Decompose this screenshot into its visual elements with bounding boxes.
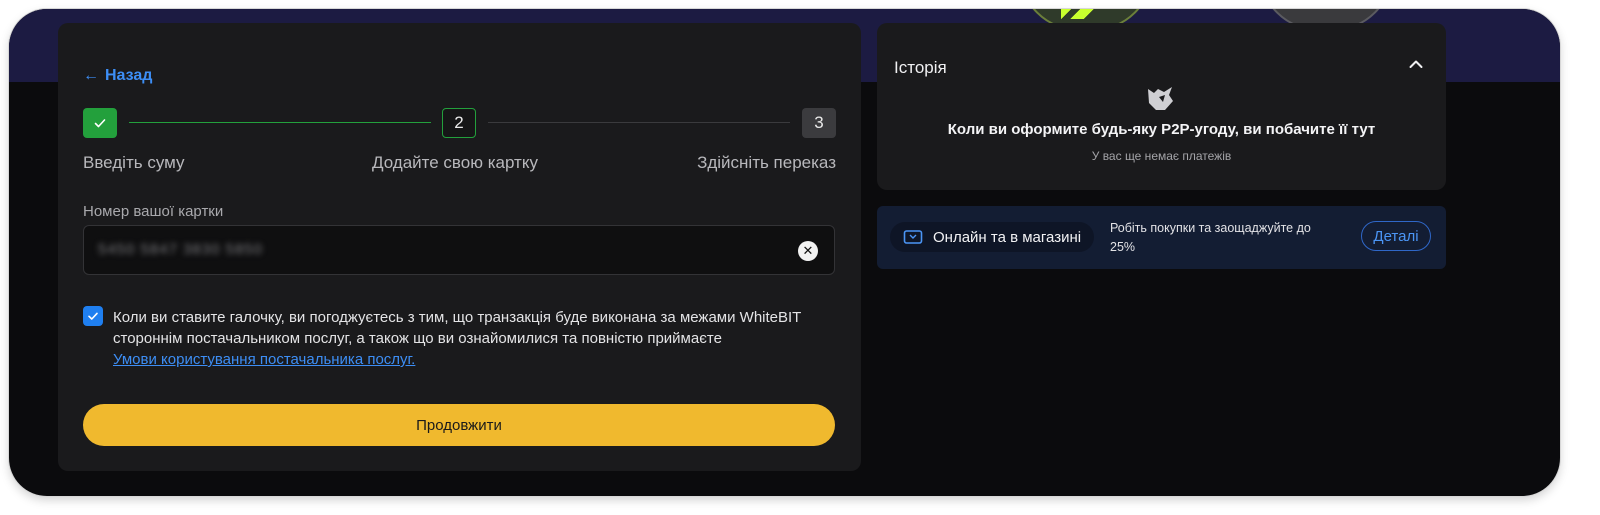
consent-checkbox[interactable] xyxy=(83,306,103,326)
card-number-input[interactable]: 5450 5847 3830 5850 ✕ xyxy=(83,225,835,275)
continue-button[interactable]: Продовжити xyxy=(83,404,835,446)
back-link-label: Назад xyxy=(105,67,153,84)
card-number-label: Номер вашої картки xyxy=(83,203,224,220)
promo-banner: Онлайн та в магазині Робіть покупки та з… xyxy=(877,206,1446,269)
card-form-panel: ← Назад 2 3 Введіть суму Додайте свою ка… xyxy=(58,23,861,471)
step-1-label: Введіть суму xyxy=(83,153,185,172)
card-number-value: 5450 5847 3830 5850 xyxy=(98,241,263,258)
step-3-indicator: 3 xyxy=(802,108,836,138)
consent-text-body: Коли ви ставите галочку, ви погоджуєтесь… xyxy=(113,309,802,347)
clear-icon[interactable]: ✕ xyxy=(798,241,818,261)
step-1-indicator xyxy=(83,108,117,138)
arrow-left-icon: ← xyxy=(83,67,99,84)
card-icon xyxy=(903,230,923,244)
step-3-label: Здійсніть переказ xyxy=(697,153,836,172)
mascot-icon xyxy=(1148,87,1173,110)
promo-description: Робіть покупки та заощаджуйте до 25% xyxy=(1110,221,1311,254)
step-connector-done xyxy=(129,122,431,123)
history-empty-subtitle: У вас ще немає платежів xyxy=(1091,149,1232,163)
app-window: ← Назад 2 3 Введіть суму Додайте свою ка… xyxy=(9,9,1560,496)
details-button[interactable]: Деталі xyxy=(1361,221,1431,251)
chevron-up-icon[interactable] xyxy=(1408,56,1424,72)
back-link[interactable]: ← Назад xyxy=(83,67,152,85)
promo-pill-label: Онлайн та в магазині xyxy=(933,228,1082,246)
history-panel: Історія Коли ви оформите будь-яку P2P-уг… xyxy=(877,23,1446,190)
history-empty-title: Коли ви оформите будь-яку P2P-угоду, ви … xyxy=(947,121,1376,138)
terms-link[interactable]: Умови користування постачальника послуг. xyxy=(113,351,415,368)
promo-pill: Онлайн та в магазині xyxy=(890,222,1095,252)
check-icon xyxy=(94,119,106,128)
step-2-indicator: 2 xyxy=(442,108,476,138)
step-2-label: Додайте свою картку xyxy=(372,153,538,172)
consent-text: Коли ви ставите галочку, ви погоджуєтесь… xyxy=(113,307,843,370)
check-icon xyxy=(88,312,98,320)
step-connector-pending xyxy=(488,122,790,123)
history-title: Історія xyxy=(894,58,947,77)
